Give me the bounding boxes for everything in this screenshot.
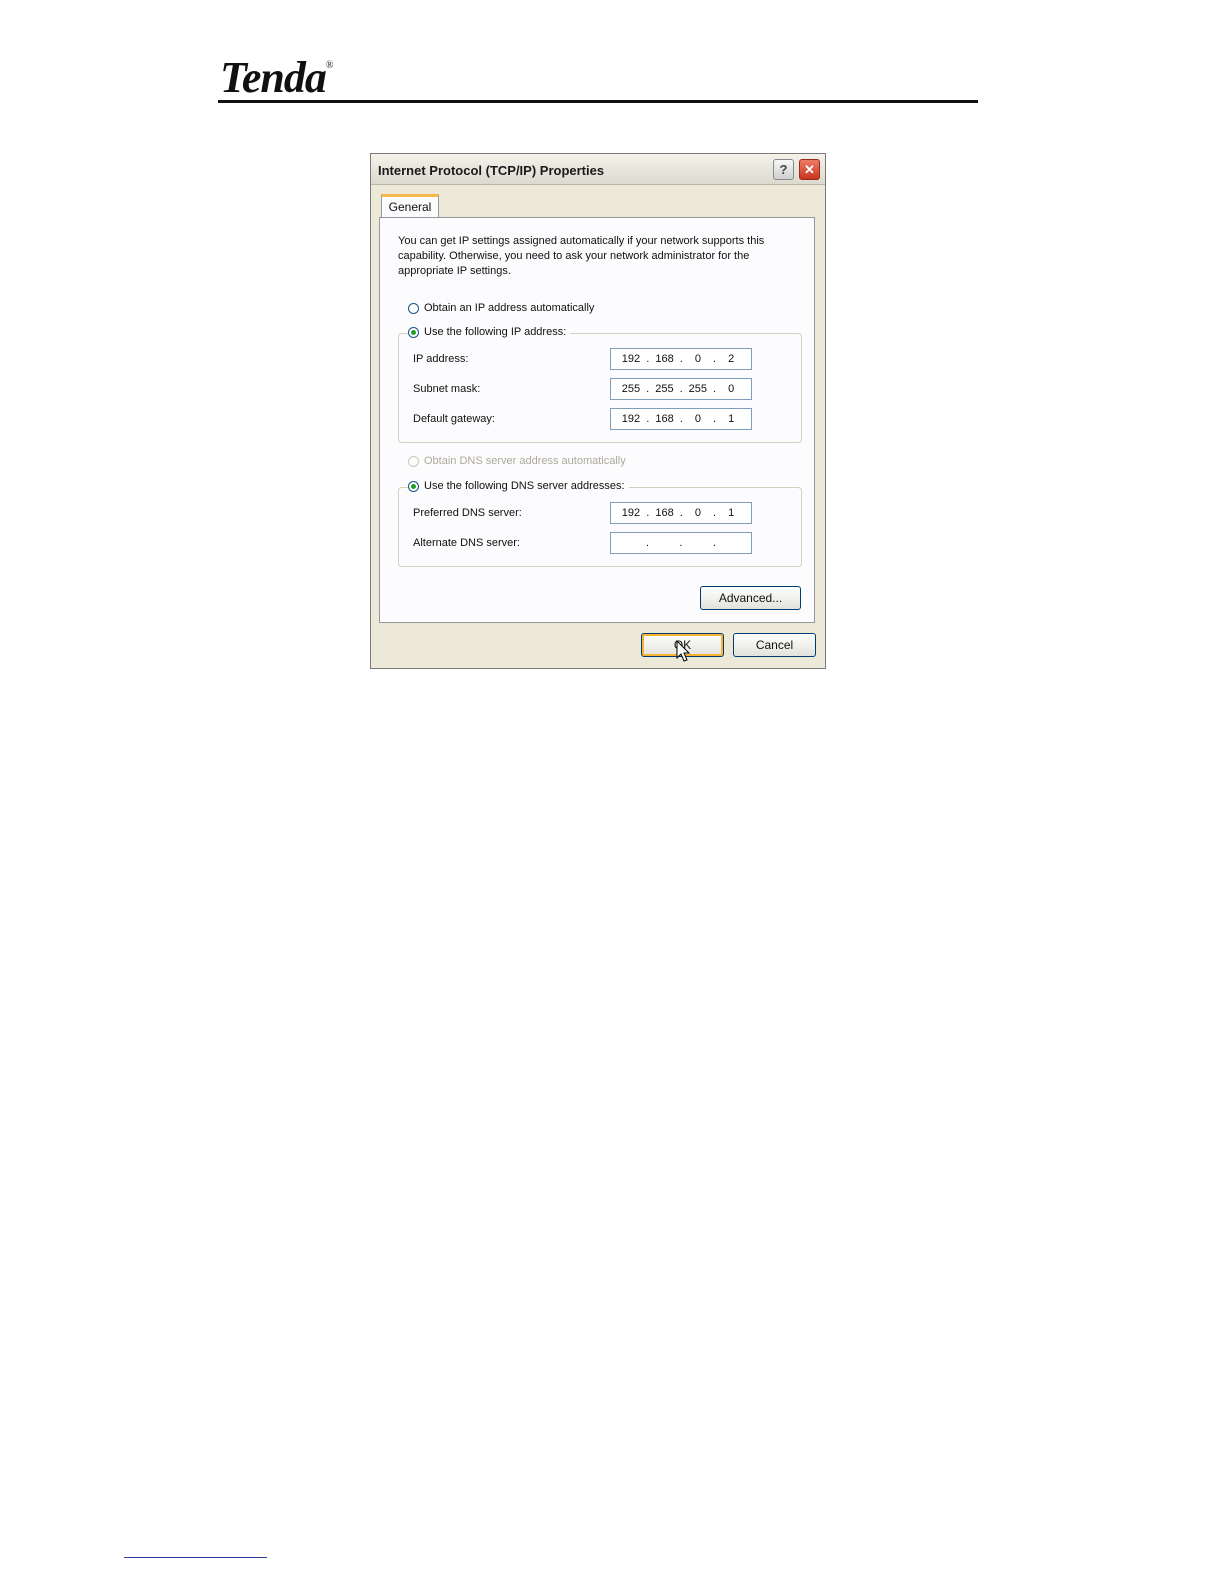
radio-obtain-ip-auto[interactable] xyxy=(408,302,419,314)
alternate-dns-label: Alternate DNS server: xyxy=(413,537,520,549)
close-button[interactable]: ✕ xyxy=(799,159,820,180)
tenda-logo: Tenda® xyxy=(220,53,333,102)
tab-general[interactable]: General xyxy=(381,194,439,218)
ip-address-label: IP address: xyxy=(413,353,469,365)
cancel-button[interactable]: Cancel xyxy=(733,633,816,657)
alternate-dns-input[interactable]: . . . xyxy=(610,532,752,554)
obtain-dns-auto-option: Obtain DNS server address automatically xyxy=(408,455,630,467)
footer-link-underline xyxy=(124,1557,267,1558)
general-panel: You can get IP settings assigned automat… xyxy=(379,217,815,623)
use-following-dns-option[interactable]: Use the following DNS server addresses: xyxy=(408,480,629,492)
title-bar[interactable]: Internet Protocol (TCP/IP) Properties ? … xyxy=(371,154,825,185)
obtain-ip-auto-option[interactable]: Obtain an IP address automatically xyxy=(408,302,599,314)
dialog-title: Internet Protocol (TCP/IP) Properties xyxy=(378,163,605,178)
subnet-mask-input[interactable]: 255. 255. 255. 0 xyxy=(610,378,752,400)
tcpip-properties-dialog: Internet Protocol (TCP/IP) Properties ? … xyxy=(370,153,826,669)
obtain-dns-auto-label: Obtain DNS server address automatically xyxy=(424,455,626,467)
ip-address-input[interactable]: 192. 168. 0. 2 xyxy=(610,348,752,370)
use-following-ip-label: Use the following IP address: xyxy=(424,326,567,338)
radio-use-following-ip[interactable] xyxy=(408,326,419,338)
use-following-dns-label: Use the following DNS server addresses: xyxy=(424,480,625,492)
use-following-ip-option[interactable]: Use the following IP address: xyxy=(408,326,571,338)
dns-server-group: Preferred DNS server: 192. 168. 0. 1 Alt… xyxy=(398,487,802,567)
radio-obtain-dns-auto xyxy=(408,455,419,467)
default-gateway-input[interactable]: 192. 168. 0. 1 xyxy=(610,408,752,430)
preferred-dns-input[interactable]: 192. 168. 0. 1 xyxy=(610,502,752,524)
preferred-dns-label: Preferred DNS server: xyxy=(413,507,522,519)
intro-text: You can get IP settings assigned automat… xyxy=(398,235,765,277)
header-rule xyxy=(218,100,978,103)
mouse-pointer-icon xyxy=(676,640,691,662)
subnet-mask-label: Subnet mask: xyxy=(413,383,481,395)
help-button[interactable]: ? xyxy=(773,159,794,180)
obtain-ip-auto-label: Obtain an IP address automatically xyxy=(424,302,595,314)
advanced-button[interactable]: Advanced... xyxy=(700,586,801,610)
default-gateway-label: Default gateway: xyxy=(413,413,495,425)
ip-address-group: IP address: 192. 168. 0. 2 Subnet mask: … xyxy=(398,333,802,443)
radio-use-following-dns[interactable] xyxy=(408,480,419,492)
